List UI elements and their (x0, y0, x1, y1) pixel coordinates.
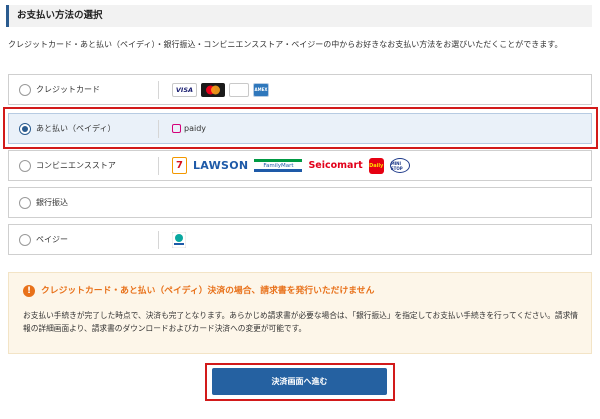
divider (158, 120, 159, 138)
payment-option-bank-transfer[interactable]: 銀行振込 (8, 187, 592, 218)
notice-title: クレジットカード・あと払い（ペイディ）決済の場合、請求書を発行いただけません (41, 286, 375, 296)
lawson-logo: LAWSON (193, 159, 249, 172)
section-title: お支払い方法の選択 (17, 10, 103, 21)
payeasy-icon (171, 231, 187, 248)
jcb-logo (229, 82, 249, 97)
paidy-logo: paidy (172, 114, 206, 143)
payeasy-logo (171, 225, 187, 254)
seven-eleven-logo: 7 (172, 157, 187, 174)
option-label-payeasy: ペイジー (36, 235, 68, 244)
mastercard-icon (206, 85, 220, 94)
divider (158, 81, 159, 99)
mastercard-logo (201, 82, 225, 97)
daily-yamazaki-logo: Daily (368, 157, 384, 174)
radio-convenience-store[interactable] (19, 160, 31, 172)
seicomart-logo: Seicomart (308, 160, 363, 171)
payment-option-convenience-store[interactable]: コンビニエンスストア 7 LAWSON FamilyMart Seicomart… (8, 150, 592, 181)
notice-body: お支払い手続きが完了した時点で、決済も完了となります。あらかじめ請求書が必要な場… (23, 311, 578, 333)
paidy-icon (172, 124, 181, 133)
intro-text: クレジットカード・あと払い（ペイディ）・銀行振込・コンビニエンスストア・ペイジー… (8, 40, 563, 49)
amex-logo: AMEX (253, 82, 269, 97)
card-logos: VISA AMEX (172, 75, 269, 104)
section-header: お支払い方法の選択 (6, 5, 592, 27)
payment-option-payeasy[interactable]: ペイジー (8, 224, 592, 255)
option-label-bank-transfer: 銀行振込 (36, 198, 68, 207)
payment-option-paidy[interactable]: あと払い（ペイディ） paidy (8, 113, 592, 144)
radio-payeasy[interactable] (19, 234, 31, 246)
proceed-to-payment-button[interactable]: 決済画面へ進む (212, 368, 387, 395)
radio-bank-transfer[interactable] (19, 197, 31, 209)
visa-logo: VISA (172, 82, 197, 97)
warning-icon: ! (23, 285, 35, 297)
option-label-paidy: あと払い（ペイディ） (36, 124, 116, 133)
familymart-logo: FamilyMart (254, 159, 303, 172)
option-label-convenience-store: コンビニエンスストア (36, 161, 116, 170)
convenience-store-logos: 7 LAWSON FamilyMart Seicomart Daily MINI… (172, 151, 410, 180)
radio-credit-card[interactable] (19, 84, 31, 96)
ministop-logo: MINI STOP (389, 158, 410, 173)
divider (158, 231, 159, 249)
notice-box: ! クレジットカード・あと払い（ペイディ）決済の場合、請求書を発行いただけません… (8, 272, 592, 354)
divider (158, 157, 159, 175)
payment-option-credit-card[interactable]: クレジットカード VISA AMEX (8, 74, 592, 105)
radio-paidy[interactable] (19, 123, 31, 135)
paidy-logo-text: paidy (184, 124, 207, 133)
option-label-credit-card: クレジットカード (36, 85, 100, 94)
